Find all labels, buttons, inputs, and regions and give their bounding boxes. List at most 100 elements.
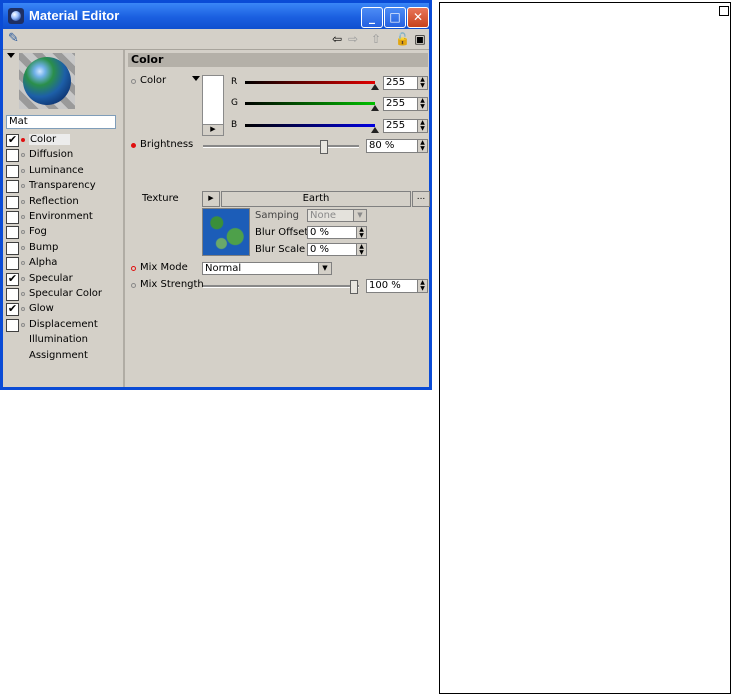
maximize-button[interactable]: □ — [384, 7, 406, 28]
mix-strength-anim-dot[interactable] — [131, 283, 136, 288]
sampling-dropdown-icon[interactable]: ▼ — [353, 210, 366, 221]
brightness-value-field[interactable]: 80 % ▲ ▼ — [366, 139, 428, 153]
channel-checkbox[interactable]: ✔ — [6, 272, 19, 286]
channel-label: Specular Color — [29, 288, 102, 299]
mix-strength-spin-arrows[interactable]: ▲ ▼ — [417, 280, 427, 292]
channel-checkbox[interactable] — [6, 241, 19, 255]
channel-checkbox[interactable] — [6, 211, 19, 224]
color-anim-dot[interactable] — [131, 79, 136, 84]
material-editor-window: Material Editor _ □ ✕ ✎ ⇦ ⇨ ⇧ 🔓 ▣ Mat ✔ C… — [0, 0, 432, 390]
color-menu-arrow-icon[interactable] — [192, 76, 200, 81]
window-icon[interactable]: ▣ — [413, 32, 427, 46]
mix-strength-value-field[interactable]: 100 % ▲ ▼ — [366, 279, 428, 293]
channel-checkbox[interactable] — [6, 318, 19, 332]
brightness-slider-thumb[interactable] — [320, 140, 328, 154]
side-panel-button[interactable] — [719, 6, 729, 16]
close-button[interactable]: ✕ — [407, 7, 429, 28]
channel-checkbox[interactable] — [6, 288, 19, 301]
channel-checkbox[interactable] — [6, 149, 19, 163]
channel-label: Glow — [29, 303, 54, 315]
channel-checkbox[interactable] — [6, 164, 19, 178]
channel-checkbox[interactable]: ✔ — [6, 303, 19, 317]
channel-checkbox[interactable] — [6, 226, 19, 240]
blur-offset-label: Blur Offset — [255, 227, 309, 238]
g-value-field[interactable]: 255 ▲ ▼ — [383, 97, 428, 111]
channel-item[interactable]: ✔ Specular — [3, 272, 123, 287]
material-preview[interactable] — [19, 53, 75, 109]
r-slider-thumb[interactable] — [371, 84, 379, 90]
channel-label: Alpha — [29, 257, 58, 269]
r-value-field[interactable]: 255 ▲ ▼ — [383, 76, 428, 90]
back-arrow-icon[interactable]: ⇦ — [330, 32, 344, 46]
blur-scale-spin-arrows[interactable]: ▲ ▼ — [356, 244, 366, 256]
material-name-input[interactable]: Mat — [6, 115, 116, 129]
channel-item[interactable]: Specular Color — [3, 287, 123, 302]
mix-strength-label: Mix Strength — [140, 279, 204, 290]
channel-item[interactable]: ✔ Color — [3, 133, 123, 148]
b-spin-arrows[interactable]: ▲ ▼ — [417, 120, 427, 132]
channel-label: Color — [29, 134, 71, 145]
r-spin-arrows[interactable]: ▲ ▼ — [417, 77, 427, 89]
b-value-field[interactable]: 255 ▲ ▼ — [383, 119, 428, 133]
brightness-anim-dot[interactable] — [131, 143, 136, 148]
channel-label: Fog — [29, 226, 47, 238]
channel-label: Reflection — [29, 195, 79, 207]
sampling-select[interactable]: None ▼ — [307, 209, 367, 222]
channel-item[interactable]: Alpha — [3, 256, 123, 271]
brightness-slider-track[interactable] — [203, 145, 359, 148]
toolbar: ✎ ⇦ ⇨ ⇧ 🔓 ▣ — [3, 29, 429, 50]
channel-item[interactable]: Transparency — [3, 179, 123, 194]
channel-item[interactable]: Environment — [3, 210, 123, 225]
app-icon — [8, 8, 24, 24]
b-slider-track[interactable] — [245, 124, 375, 127]
channel-checkbox[interactable] — [6, 180, 19, 194]
brightness-value-text: 80 % — [369, 140, 395, 151]
channel-item[interactable]: Displacement — [3, 318, 123, 333]
client-area: ✎ ⇦ ⇨ ⇧ 🔓 ▣ Mat ✔ Color Diffusion Luminance… — [3, 29, 430, 387]
channel-dot-icon — [21, 138, 25, 142]
channel-checkbox[interactable] — [6, 257, 19, 271]
channel-item[interactable]: ✔ Glow — [3, 302, 123, 317]
extra-item[interactable]: Assignment — [29, 350, 88, 361]
blur-offset-spin-arrows[interactable]: ▲ ▼ — [356, 227, 366, 239]
mix-strength-slider-track[interactable] — [203, 285, 359, 288]
b-slider-thumb[interactable] — [371, 127, 379, 133]
lock-icon[interactable]: 🔓 — [395, 32, 410, 46]
mix-mode-anim-dot[interactable] — [131, 266, 136, 271]
swatch-expand-button[interactable]: ▶ — [202, 124, 224, 136]
g-slider-thumb[interactable] — [371, 105, 379, 111]
r-slider-track[interactable] — [245, 81, 375, 84]
preview-menu-arrow-icon[interactable] — [7, 53, 15, 58]
texture-menu-button[interactable]: ▶ — [202, 191, 220, 207]
channel-item[interactable]: Bump — [3, 241, 123, 256]
g-slider-track[interactable] — [245, 102, 375, 105]
title-bar[interactable]: Material Editor _ □ ✕ — [3, 3, 429, 29]
brightness-spin-arrows[interactable]: ▲ ▼ — [417, 140, 427, 152]
blur-offset-value: 0 % — [310, 227, 330, 238]
blur-offset-field[interactable]: 0 % ▲ ▼ — [307, 226, 367, 239]
mix-strength-slider-thumb[interactable] — [350, 280, 358, 294]
pin-icon[interactable]: ✎ — [8, 32, 22, 46]
texture-browse-button[interactable]: ... — [412, 191, 430, 207]
attributes-panel: Color Color ▶ R 255 ▲ ▼ G 255 ▲ ▼ B 255 ▲ ▼ — [125, 50, 430, 387]
channel-item[interactable]: Reflection — [3, 195, 123, 210]
blur-scale-field[interactable]: 0 % ▲ ▼ — [307, 243, 367, 256]
brightness-label: Brightness — [140, 139, 194, 150]
channel-item[interactable]: Fog — [3, 225, 123, 240]
channel-item[interactable]: Luminance — [3, 164, 123, 179]
forward-arrow-icon[interactable]: ⇨ — [346, 32, 360, 46]
minimize-button[interactable]: _ — [361, 7, 383, 28]
channel-checkbox[interactable] — [6, 195, 19, 209]
channel-label: Transparency — [29, 180, 96, 192]
channel-checkbox[interactable]: ✔ — [6, 134, 19, 147]
mix-mode-dropdown-icon[interactable]: ▼ — [318, 263, 331, 274]
channel-label: Luminance — [29, 164, 84, 176]
g-spin-arrows[interactable]: ▲ ▼ — [417, 98, 427, 110]
up-arrow-icon[interactable]: ⇧ — [369, 32, 383, 46]
mix-mode-select[interactable]: Normal ▼ — [202, 262, 332, 275]
extra-item[interactable]: Illumination — [29, 334, 88, 345]
channel-item[interactable]: Diffusion — [3, 148, 123, 163]
channel-dot-icon — [21, 168, 25, 173]
texture-name-button[interactable]: Earth — [221, 191, 411, 207]
mix-mode-value: Normal — [205, 263, 242, 274]
